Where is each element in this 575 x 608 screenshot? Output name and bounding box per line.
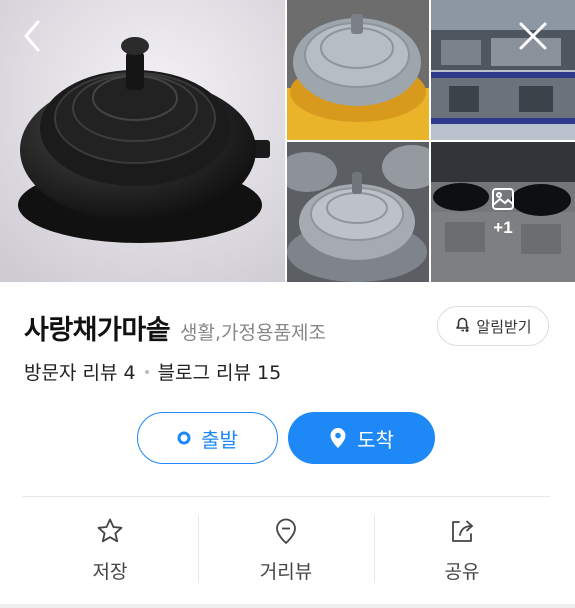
- star-icon: [96, 517, 124, 549]
- share-button[interactable]: 공유: [374, 497, 550, 597]
- arrive-button[interactable]: 도착: [288, 412, 435, 464]
- bell-plus-icon: [454, 315, 476, 337]
- alarm-label: 알림받기: [476, 317, 532, 336]
- alarm-button[interactable]: 알림받기: [437, 306, 549, 346]
- photo-cauldron-2[interactable]: [287, 0, 429, 140]
- review-summary: 방문자 리뷰 4 블로그 리뷰 15: [24, 358, 281, 385]
- title-row: 사랑채가마솥 생활,가정용품제조: [24, 308, 326, 347]
- place-info-panel: 사랑채가마솥 생활,가정용품제조 알림받기 방문자 리뷰 4 블로그 리뷰 15…: [0, 282, 575, 604]
- chevron-left-icon: [22, 19, 42, 57]
- blog-review-link[interactable]: 블로그 리뷰 15: [158, 358, 282, 385]
- origin-dot-icon: [177, 431, 191, 445]
- photo-more[interactable]: +1: [431, 142, 575, 282]
- image-icon: [490, 186, 516, 212]
- save-button[interactable]: 저장: [22, 497, 198, 597]
- place-name: 사랑채가마솥: [24, 315, 171, 346]
- share-label: 공유: [444, 561, 480, 583]
- place-category: 생활,가정용품제조: [180, 322, 326, 344]
- street-view-button[interactable]: 거리뷰: [198, 497, 374, 597]
- more-photos-count: +1: [493, 218, 513, 237]
- bottom-separator: [0, 604, 575, 608]
- action-bar: 저장 거리뷰 공유: [22, 497, 550, 597]
- separator-dot: [144, 369, 149, 374]
- share-icon: [448, 517, 476, 549]
- map-pin-icon: [329, 427, 347, 449]
- street-view-icon: [272, 517, 300, 549]
- arrive-label: 도착: [357, 427, 394, 452]
- visitor-review-link[interactable]: 방문자 리뷰 4: [24, 358, 136, 385]
- close-button[interactable]: [515, 20, 551, 56]
- photo-cauldron-stack[interactable]: [287, 142, 429, 282]
- depart-label: 출발: [201, 427, 238, 452]
- depart-button[interactable]: 출발: [137, 412, 278, 464]
- close-icon: [518, 21, 548, 55]
- save-label: 저장: [92, 561, 128, 583]
- back-button[interactable]: [14, 20, 50, 56]
- street-view-label: 거리뷰: [259, 561, 313, 583]
- more-photos-overlay[interactable]: +1: [431, 142, 575, 282]
- photo-workshop-shelves[interactable]: [431, 0, 575, 140]
- photo-gallery: +1: [0, 0, 575, 282]
